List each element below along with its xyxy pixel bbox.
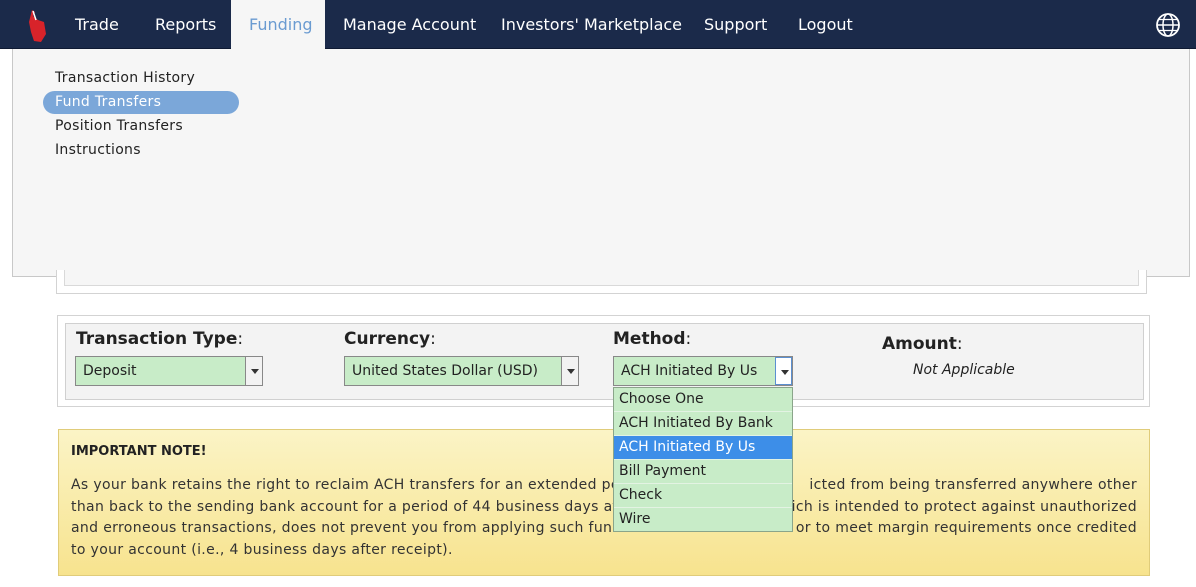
currency-label: Currency: [344, 329, 436, 349]
note-line-2: than back to the sending bank account fo… [71, 498, 1137, 515]
transaction-type-value: Deposit [83, 363, 137, 379]
submenu-position-transfers[interactable]: Position Transfers [43, 115, 239, 138]
option-bill-payment[interactable]: Bill Payment [614, 460, 792, 484]
method-label: Method: [613, 329, 692, 349]
option-ach-initiated-by-bank[interactable]: ACH Initiated By Bank [614, 412, 792, 436]
option-ach-initiated-by-us[interactable]: ACH Initiated By Us [614, 436, 792, 460]
note-line-3: and erroneous transactions, does not pre… [71, 520, 1137, 536]
chevron-down-icon[interactable] [561, 357, 578, 385]
submenu-transaction-history[interactable]: Transaction History [43, 67, 239, 90]
amount-value: Not Applicable [913, 362, 1015, 378]
submenu-fund-transfers[interactable]: Fund Transfers [43, 91, 239, 114]
chevron-down-icon[interactable] [245, 357, 262, 385]
transaction-type-label: Transaction Type: [76, 329, 244, 349]
note-text: As your bank retains the right to reclai… [71, 475, 1137, 561]
nav-support[interactable]: Support [686, 0, 785, 49]
note-line-4: to your account (i.e., 4 business days a… [71, 541, 453, 558]
method-value: ACH Initiated By Us [621, 363, 758, 379]
option-check[interactable]: Check [614, 484, 792, 508]
nav-investors-marketplace[interactable]: Investors' Marketplace [483, 0, 700, 49]
method-dropdown-list: Choose One ACH Initiated By Bank ACH Ini… [613, 387, 793, 532]
nav-reports[interactable]: Reports [137, 0, 234, 49]
method-select[interactable]: ACH Initiated By Us [613, 356, 793, 386]
logo-icon[interactable] [26, 8, 48, 44]
nav-funding[interactable]: Funding [231, 0, 325, 49]
submenu-instructions[interactable]: Instructions [43, 139, 239, 162]
nav-trade[interactable]: Trade [57, 0, 137, 49]
nav-logout[interactable]: Logout [780, 0, 871, 49]
currency-value: United States Dollar (USD) [352, 363, 538, 379]
chevron-down-icon[interactable] [775, 357, 792, 385]
top-navigation-bar: Trade Reports Funding Manage Account Inv… [0, 0, 1196, 49]
hidden-content-box [56, 270, 1147, 294]
note-line-1: As your bank retains the right to reclai… [71, 477, 1137, 493]
nav-manage-account[interactable]: Manage Account [325, 0, 494, 49]
hidden-content-inner [64, 270, 1139, 286]
note-title: IMPORTANT NOTE! [71, 444, 207, 459]
option-wire[interactable]: Wire [614, 508, 792, 532]
important-note: IMPORTANT NOTE! As your bank retains the… [58, 429, 1150, 576]
currency-select[interactable]: United States Dollar (USD) [344, 356, 579, 386]
option-choose-one[interactable]: Choose One [614, 388, 792, 412]
transaction-type-select[interactable]: Deposit [75, 356, 263, 386]
amount-label: Amount: [882, 334, 963, 354]
globe-icon[interactable] [1155, 12, 1181, 38]
